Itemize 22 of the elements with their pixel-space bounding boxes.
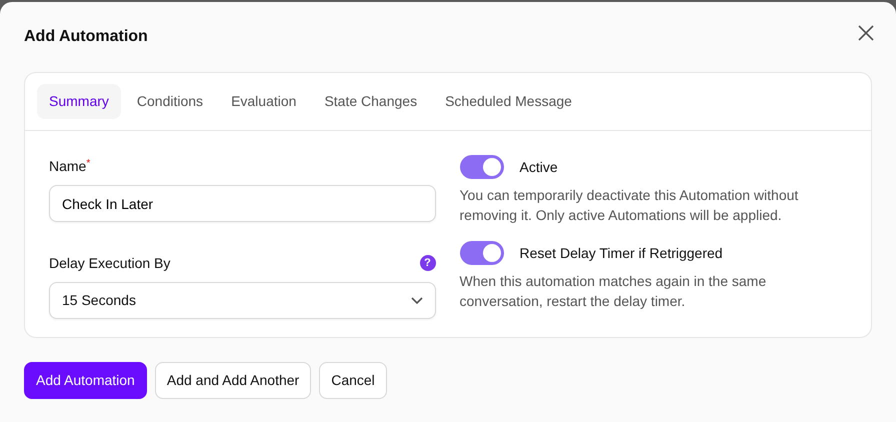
tab[interactable]: Summary bbox=[37, 84, 121, 119]
text-input[interactable]: Check In Later bbox=[49, 185, 436, 222]
help-icon[interactable]: ? bbox=[420, 255, 436, 271]
action-button[interactable]: Cancel bbox=[319, 362, 387, 399]
select-dropdown[interactable]: 15 Seconds bbox=[49, 282, 436, 319]
toggle-label: Active bbox=[520, 158, 558, 176]
toggle-switch[interactable] bbox=[460, 241, 504, 265]
toggle-description: When this automation matches again in the same conversation, restart the delay timer. bbox=[460, 272, 768, 311]
toggle-switch[interactable] bbox=[460, 155, 504, 179]
dialog-title: Add Automation bbox=[24, 27, 148, 47]
toggle-description: You can temporarily deactivate this Automation without removing it. Only active Automations will be applied. bbox=[460, 186, 800, 225]
tab[interactable]: Evaluation bbox=[219, 84, 308, 119]
action-button[interactable]: Add Automation bbox=[24, 362, 147, 399]
tab[interactable]: Conditions bbox=[124, 84, 216, 119]
tab[interactable]: State Changes bbox=[312, 84, 430, 119]
chevron-down-icon bbox=[410, 296, 422, 304]
tab[interactable]: Scheduled Message bbox=[433, 84, 584, 119]
close-icon bbox=[856, 23, 876, 44]
toggle-label: Reset Delay Timer if Retriggered bbox=[520, 244, 723, 263]
field-label: Name* bbox=[49, 156, 90, 176]
action-button[interactable]: Add and Add Another bbox=[154, 362, 312, 399]
field-label: Delay Execution By bbox=[49, 254, 170, 273]
